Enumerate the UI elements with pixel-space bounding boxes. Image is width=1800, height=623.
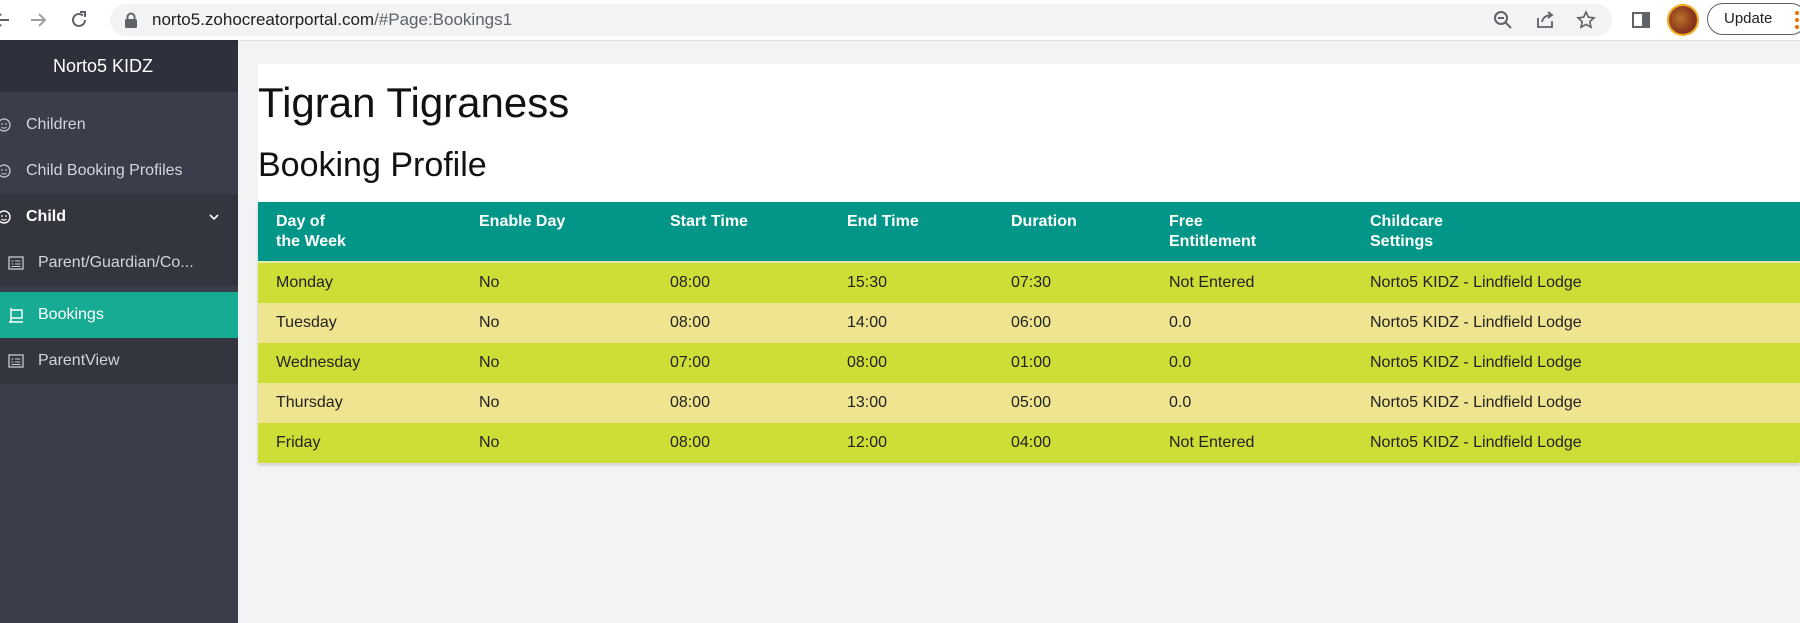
cell-enable-day: No [461, 303, 652, 343]
sidebar-item-label: Parent/Guardian/Co... [38, 254, 194, 271]
cell-end-time: 08:00 [829, 343, 993, 383]
cell-start-time: 07:00 [652, 343, 829, 383]
side-panel-icon[interactable] [1631, 10, 1651, 30]
sidebar-item-label: Child [26, 208, 66, 225]
header-line: Childcare [1370, 213, 1443, 230]
cell-day: Tuesday [258, 303, 461, 343]
app-title[interactable]: Norto5 KIDZ [0, 40, 206, 92]
column-header-childcare-settings[interactable]: Childcare Settings [1352, 202, 1800, 263]
header-line: Settings [1370, 233, 1434, 250]
cell-childcare-settings: Norto5 KIDZ - Lindfield Lodge [1352, 343, 1800, 383]
sidebar: Norto5 KIDZ Children Child Booking Profi… [0, 40, 238, 623]
sidebar-item-label: Child Booking Profiles [26, 162, 183, 179]
cell-free-entitlement: Not Entered [1151, 262, 1352, 303]
zoom-out-icon[interactable] [1493, 10, 1513, 30]
sidebar-group-child[interactable]: Child [0, 194, 238, 240]
child-face-icon [0, 209, 12, 225]
form-list-icon [8, 255, 24, 271]
browser-toolbar: norto5.zohocreatorportal.com/#Page:Booki… [0, 0, 1800, 41]
cell-enable-day: No [461, 423, 652, 463]
back-arrow-icon[interactable] [0, 10, 12, 30]
sidebar-item-label: ParentView [38, 352, 120, 369]
cell-start-time: 08:00 [652, 262, 829, 303]
cell-duration: 06:00 [993, 303, 1151, 343]
chevron-down-icon[interactable] [208, 211, 220, 223]
cell-start-time: 08:00 [652, 383, 829, 423]
cell-free-entitlement: 0.0 [1151, 343, 1352, 383]
cell-end-time: 13:00 [829, 383, 993, 423]
cell-duration: 04:00 [993, 423, 1151, 463]
sidebar-header: Norto5 KIDZ [0, 40, 238, 92]
cell-enable-day: No [461, 383, 652, 423]
cell-free-entitlement: Not Entered [1151, 423, 1352, 463]
form-list-icon [8, 353, 24, 369]
header-line: Free [1169, 213, 1203, 230]
cell-day: Monday [258, 262, 461, 303]
cell-duration: 05:00 [993, 383, 1151, 423]
sidebar-item-label: Children [26, 116, 86, 133]
cell-end-time: 14:00 [829, 303, 993, 343]
lock-icon[interactable] [124, 12, 138, 28]
cell-start-time: 08:00 [652, 303, 829, 343]
cell-free-entitlement: 0.0 [1151, 303, 1352, 343]
sidebar-item-parent-guardian[interactable]: Parent/Guardian/Co... [0, 240, 238, 286]
section-title: Booking Profile [258, 146, 487, 184]
cell-day: Wednesday [258, 343, 461, 383]
address-bar[interactable]: norto5.zohocreatorportal.com/#Page:Booki… [110, 4, 1612, 36]
column-header-end-time[interactable]: End Time [829, 202, 993, 263]
column-header-start-time[interactable]: Start Time [652, 202, 829, 263]
cell-duration: 01:00 [993, 343, 1151, 383]
table-row[interactable]: Wednesday No 07:00 08:00 01:00 0.0 Norto… [258, 343, 1800, 383]
header-line: Entitlement [1169, 233, 1257, 250]
header-line: Day of [276, 213, 325, 230]
table-row[interactable]: Friday No 08:00 12:00 04:00 Not Entered … [258, 423, 1800, 463]
url-path: /#Page:Bookings1 [374, 10, 513, 29]
sidebar-item-children[interactable]: Children [0, 102, 238, 148]
cell-day: Thursday [258, 383, 461, 423]
cell-free-entitlement: 0.0 [1151, 383, 1352, 423]
forward-arrow-icon[interactable] [28, 10, 48, 30]
bookmark-star-icon[interactable] [1576, 10, 1596, 30]
cell-duration: 07:30 [993, 262, 1151, 303]
table-row[interactable]: Monday No 08:00 15:30 07:30 Not Entered … [258, 262, 1800, 303]
cell-start-time: 08:00 [652, 423, 829, 463]
cell-day: Friday [258, 423, 461, 463]
url-host: norto5.zohocreatorportal.com [152, 10, 375, 29]
table-row[interactable]: Thursday No 08:00 13:00 05:00 0.0 Norto5… [258, 383, 1800, 423]
column-header-duration[interactable]: Duration [993, 202, 1151, 263]
update-button[interactable]: Update [1707, 3, 1800, 35]
booking-page-icon [8, 307, 24, 323]
more-menu-icon[interactable] [1794, 10, 1800, 30]
reload-icon[interactable] [69, 10, 89, 30]
sidebar-item-label: Bookings [38, 306, 104, 323]
sidebar-item-bookings[interactable]: Bookings [0, 292, 238, 338]
sidebar-item-child-booking-profiles[interactable]: Child Booking Profiles [0, 148, 238, 194]
cell-childcare-settings: Norto5 KIDZ - Lindfield Lodge [1352, 423, 1800, 463]
share-icon[interactable] [1535, 10, 1555, 30]
cell-childcare-settings: Norto5 KIDZ - Lindfield Lodge [1352, 262, 1800, 303]
column-header-free-entitlement[interactable]: Free Entitlement [1151, 202, 1352, 263]
child-face-icon [0, 163, 12, 179]
cell-enable-day: No [461, 262, 652, 303]
cell-end-time: 12:00 [829, 423, 993, 463]
url-text[interactable]: norto5.zohocreatorportal.com/#Page:Booki… [152, 4, 512, 36]
page-title: Tigran Tigraness [258, 79, 570, 126]
child-face-icon [0, 117, 12, 133]
table-header-row: Day of the Week Enable Day Start Time End… [258, 202, 1800, 263]
table-row[interactable]: Tuesday No 08:00 14:00 06:00 0.0 Norto5 … [258, 303, 1800, 343]
sidebar-item-parentview[interactable]: ParentView [0, 338, 238, 384]
cell-enable-day: No [461, 343, 652, 383]
column-header-enable-day[interactable]: Enable Day [461, 202, 652, 263]
profile-avatar[interactable] [1669, 6, 1697, 34]
cell-childcare-settings: Norto5 KIDZ - Lindfield Lodge [1352, 383, 1800, 423]
header-line: the Week [276, 233, 346, 250]
cell-childcare-settings: Norto5 KIDZ - Lindfield Lodge [1352, 303, 1800, 343]
cell-end-time: 15:30 [829, 262, 993, 303]
column-header-day[interactable]: Day of the Week [258, 202, 461, 263]
booking-profile-table: Day of the Week Enable Day Start Time End… [258, 202, 1800, 463]
